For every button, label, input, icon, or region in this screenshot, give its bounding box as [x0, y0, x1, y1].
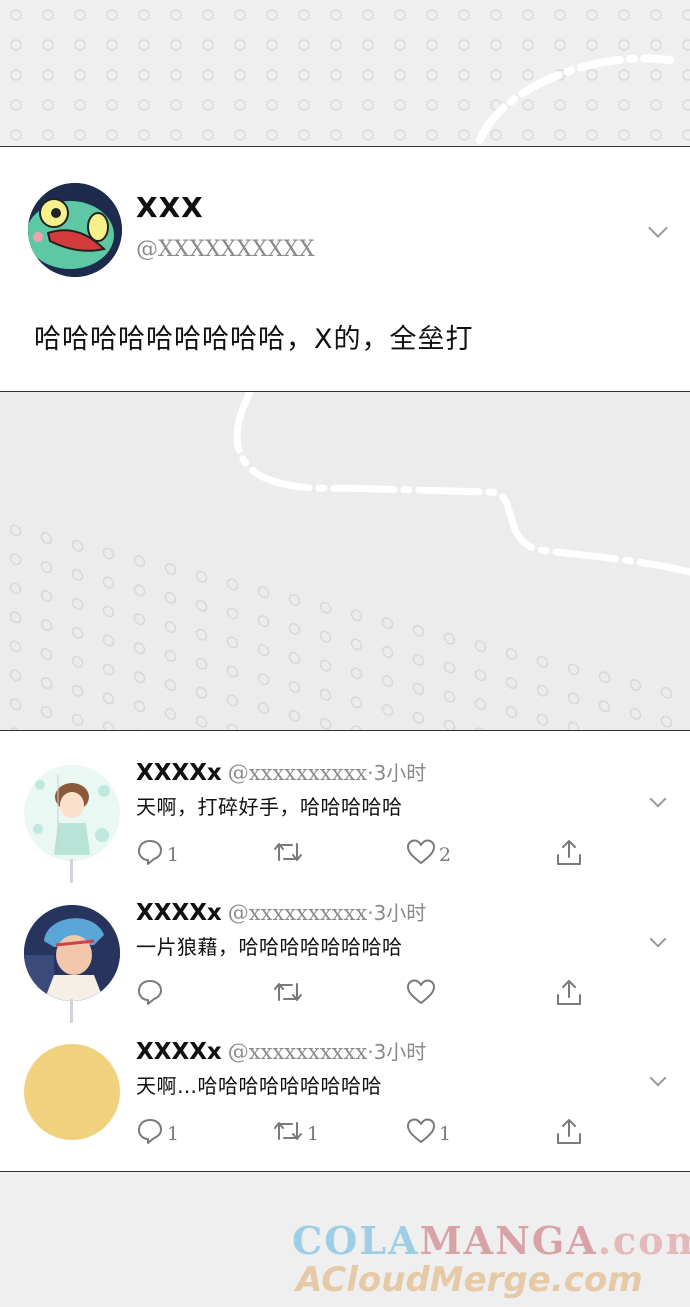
- reply-display-name[interactable]: XXXXx: [136, 900, 222, 926]
- swirl-line-decoration: [233, 392, 690, 576]
- watermark-site-logo: COLAMANGA.com: [292, 1218, 690, 1263]
- background-dot-pattern-middle: [0, 392, 690, 730]
- yellow-circle-avatar[interactable]: [24, 1044, 120, 1140]
- share-button[interactable]: [554, 837, 584, 867]
- like-button[interactable]: 1: [406, 1116, 451, 1146]
- replies-card: XXXXx@xxxxxxxxxx·3小时 天啊，打碎好手，哈哈哈哈哈 1 2: [0, 730, 690, 1172]
- fish-avatar-icon: [28, 183, 122, 277]
- retweet-button[interactable]: 1: [272, 1116, 319, 1146]
- main-tweet-card[interactable]: XXX @XXXXXXXXXX 哈哈哈哈哈哈哈哈哈，X的，全垒打: [0, 146, 690, 392]
- reply-author[interactable]: XXXXx @xxxxxxxxxx·3小时: [136, 897, 426, 926]
- heart-icon: [407, 979, 435, 1004]
- reply-text: 一片狼藉，哈哈哈哈哈哈哈哈: [136, 935, 403, 959]
- like-count: 2: [439, 844, 452, 866]
- reply-time: ·3小时: [367, 1040, 427, 1064]
- blue-haired-avatar[interactable]: [24, 905, 120, 1001]
- boy-avatar[interactable]: [24, 765, 120, 861]
- like-button[interactable]: [406, 977, 439, 1007]
- reply-tweet[interactable]: XXXXx @xxxxxxxxxx·3小时 天啊…哈哈哈哈哈哈哈哈哈 1 1 1: [0, 1010, 690, 1150]
- watermark-part: COLA: [292, 1218, 420, 1263]
- chevron-down-icon[interactable]: [649, 1069, 667, 1087]
- share-icon: [557, 980, 581, 1005]
- like-button[interactable]: 2: [406, 837, 451, 867]
- reply-action-bar: [136, 977, 596, 1007]
- retweet-button[interactable]: [272, 837, 307, 867]
- reply-count: 1: [167, 1123, 180, 1145]
- heart-icon: [407, 1118, 435, 1143]
- reply-action-bar: 1 2: [136, 837, 596, 867]
- reply-button[interactable]: [136, 977, 167, 1007]
- share-icon: [557, 1119, 581, 1144]
- share-icon: [557, 840, 581, 865]
- reply-button[interactable]: 1: [136, 1116, 179, 1146]
- chevron-down-icon[interactable]: [649, 930, 667, 948]
- reply-time: ·3小时: [367, 901, 427, 925]
- background-dot-pattern-top: [0, 0, 690, 146]
- fish-mascot-avatar[interactable]: [28, 183, 122, 277]
- chevron-down-icon[interactable]: [649, 790, 667, 808]
- retweet-icon: [274, 1122, 302, 1140]
- reply-button[interactable]: 1: [136, 837, 179, 867]
- main-tweet-text: 哈哈哈哈哈哈哈哈哈，X的，全垒打: [34, 324, 474, 355]
- reply-tweet[interactable]: XXXXx @xxxxxxxxxx·3小时 天啊，打碎好手，哈哈哈哈哈 1 2: [0, 731, 690, 871]
- brown-haired-boy-icon: [24, 765, 120, 861]
- reply-author[interactable]: XXXXx @xxxxxxxxxx·3小时: [136, 1036, 426, 1065]
- reply-tweet[interactable]: XXXXx @xxxxxxxxxx·3小时 一片狼藉，哈哈哈哈哈哈哈哈: [0, 871, 690, 1011]
- reply-handle[interactable]: @xxxxxxxxxx: [228, 761, 367, 785]
- share-button[interactable]: [554, 977, 584, 1007]
- main-handle[interactable]: @XXXXXXXXXX: [136, 237, 315, 262]
- reply-author[interactable]: XXXXx @xxxxxxxxxx·3小时: [136, 757, 426, 786]
- reply-handle[interactable]: @xxxxxxxxxx: [228, 901, 367, 925]
- watermark-subtitle: ACloudMerge.com: [296, 1260, 643, 1300]
- watermark-part: .com: [597, 1218, 690, 1263]
- chevron-down-icon[interactable]: [648, 218, 668, 238]
- heart-icon: [407, 839, 435, 864]
- comment-icon: [138, 1119, 162, 1144]
- reply-text: 天啊…哈哈哈哈哈哈哈哈哈: [136, 1074, 382, 1098]
- reply-handle[interactable]: @xxxxxxxxxx: [228, 1040, 367, 1064]
- watermark-part: MANGA: [419, 1218, 598, 1263]
- reply-display-name[interactable]: XXXXx: [136, 760, 222, 786]
- blue-haired-man-icon: [24, 905, 120, 1001]
- comment-icon: [138, 980, 162, 1005]
- swirl-line-decoration: [476, 54, 674, 144]
- reply-display-name[interactable]: XXXXx: [136, 1039, 222, 1065]
- like-count: 1: [439, 1123, 452, 1145]
- retweet-button[interactable]: [272, 977, 307, 1007]
- retweet-icon: [274, 983, 302, 1001]
- comment-icon: [138, 840, 162, 865]
- retweet-count: 1: [307, 1123, 320, 1145]
- retweet-icon: [274, 843, 302, 861]
- share-button[interactable]: [554, 1116, 584, 1146]
- reply-text: 天啊，打碎好手，哈哈哈哈哈: [136, 795, 403, 819]
- reply-count: 1: [167, 844, 180, 866]
- reply-time: ·3小时: [367, 761, 427, 785]
- reply-action-bar: 1 1 1: [136, 1116, 596, 1146]
- main-display-name[interactable]: XXX: [136, 191, 204, 224]
